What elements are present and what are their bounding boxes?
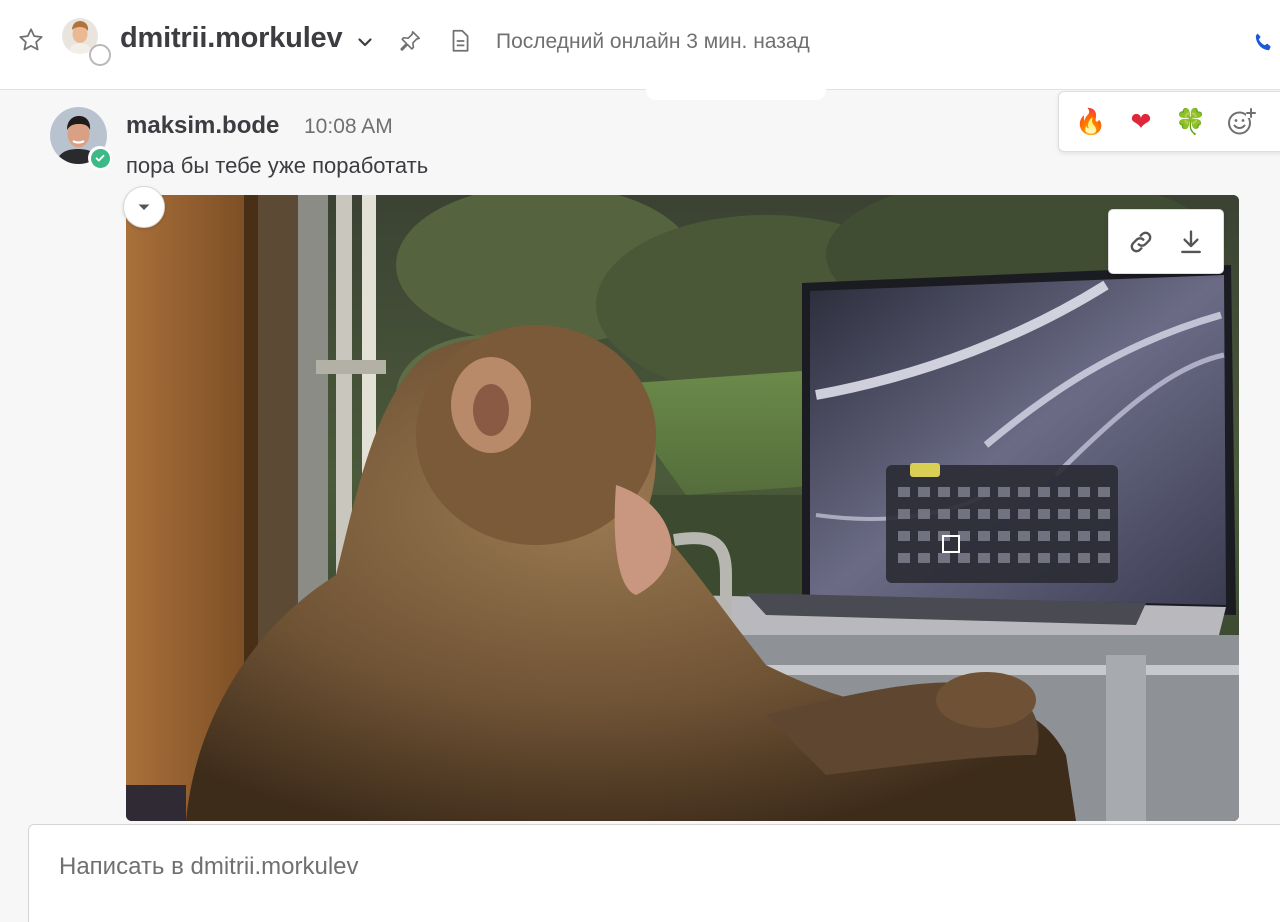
date-separator [646, 80, 826, 100]
online-status-icon [88, 146, 112, 170]
sender-avatar[interactable] [50, 107, 114, 171]
add-reaction-icon[interactable] [1223, 104, 1259, 140]
message-sender[interactable]: maksim.bode [126, 112, 279, 140]
star-icon[interactable] [14, 23, 48, 57]
download-icon[interactable] [1173, 224, 1209, 260]
clover-emoji-icon[interactable]: 🍀 [1173, 104, 1209, 140]
last-seen-status: Последний онлайн 3 мин. назад [496, 30, 810, 53]
link-icon[interactable] [1123, 224, 1159, 260]
header-avatar[interactable] [62, 18, 111, 66]
channel-name[interactable]: dmitrii.morkulev [120, 22, 343, 55]
attachment-actions [1108, 209, 1224, 274]
offline-status-icon [89, 44, 111, 66]
document-icon[interactable] [445, 26, 475, 56]
message-timestamp[interactable]: 10:08 AM [304, 115, 393, 139]
image-attachment[interactable] [126, 195, 1239, 821]
monkey-at-laptop-photo [126, 195, 1239, 821]
chevron-down-icon[interactable] [354, 31, 376, 53]
message-input[interactable] [59, 853, 1159, 881]
fire-emoji-icon[interactable]: 🔥 [1073, 104, 1109, 140]
reaction-bar: 🔥 ❤ 🍀 [1058, 91, 1280, 152]
collapse-attachment-button[interactable] [123, 186, 165, 228]
pin-icon[interactable] [395, 26, 425, 56]
message-composer [28, 824, 1280, 922]
phone-icon[interactable] [1248, 28, 1278, 58]
message-text: пора бы тебе уже поработать [126, 153, 429, 178]
channel-header: dmitrii.morkulev Последний онлайн 3 мин.… [0, 0, 1280, 90]
heart-emoji-icon[interactable]: ❤ [1123, 104, 1159, 140]
